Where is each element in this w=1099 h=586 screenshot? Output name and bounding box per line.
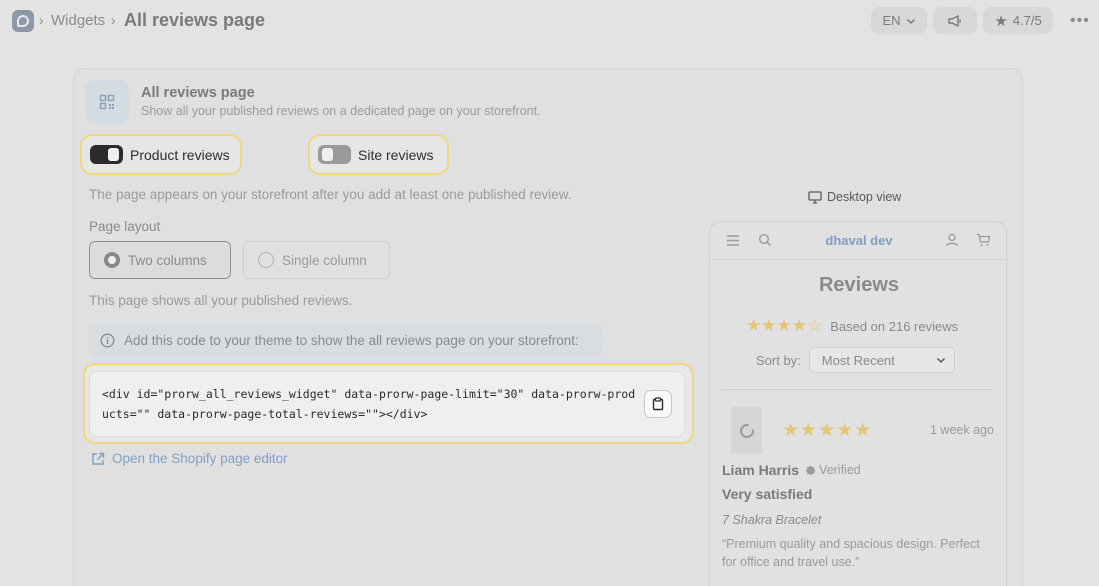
breadcrumb-separator: ›: [39, 12, 44, 28]
review-stars-icon: ★★★★★: [782, 420, 873, 441]
shows-note: This page shows all your published revie…: [89, 293, 353, 308]
top-bar: › Widgets › All reviews page EN ★ 4.7/5 …: [0, 0, 1099, 42]
announcements-button[interactable]: [933, 7, 977, 34]
layout-option-two-columns[interactable]: Two columns: [89, 241, 231, 279]
preview-reviews-title: Reviews: [818, 274, 900, 296]
sort-label: Sort by:: [756, 352, 801, 368]
cart-icon: [977, 233, 991, 246]
review-author-row: Liam Harris Verified: [722, 462, 861, 478]
card-subtitle: Show all your published reviews on a ded…: [141, 104, 541, 118]
layout-option-label: Two columns: [128, 252, 207, 268]
review-title: Very satisfied: [722, 486, 813, 502]
sort-row: Sort by: Most Recent: [756, 347, 955, 373]
external-link-icon: [92, 452, 105, 465]
verified-label: Verified: [819, 463, 861, 477]
review-author: Liam Harris: [722, 462, 800, 478]
info-banner-text: Add this code to your theme to show the …: [124, 333, 579, 348]
chevron-down-icon: [936, 357, 945, 364]
verified-badge-icon: [805, 465, 816, 475]
product-reviews-toggle[interactable]: [90, 145, 123, 164]
editor-link-label: Open the Shopify page editor: [112, 451, 288, 466]
star-icon: ★: [994, 12, 1008, 30]
clipboard-icon: [652, 397, 664, 411]
account-icon: [945, 233, 959, 247]
preview-navbar: dhaval dev: [710, 222, 1006, 260]
breadcrumb-separator: ›: [111, 12, 116, 28]
review-date: 1 week ago: [930, 423, 994, 437]
monitor-icon: [808, 190, 822, 204]
sort-select[interactable]: Most Recent: [808, 347, 955, 373]
bracelet-image-icon: [739, 423, 754, 438]
rating-stars-icon: ★★★★☆: [746, 316, 823, 335]
site-reviews-toggle-group: Site reviews: [308, 134, 449, 175]
radio-selected[interactable]: [104, 252, 120, 268]
product-reviews-label: Product reviews: [130, 146, 230, 163]
preview-store-name: dhaval dev: [825, 233, 893, 248]
chevron-down-icon: [906, 18, 915, 24]
product-reviews-toggle-group: Product reviews: [80, 134, 242, 175]
info-icon: [100, 333, 115, 348]
review-body: “Premium quality and spacious design. Pe…: [722, 537, 980, 569]
preview-divider: [722, 389, 994, 390]
layout-option-single-column[interactable]: Single column: [243, 241, 390, 279]
more-options-icon[interactable]: •••: [1070, 12, 1090, 30]
app-logo-icon[interactable]: [12, 10, 34, 32]
review-product: 7 Shakra Bracelet: [722, 513, 822, 527]
qr-code-icon: [99, 94, 115, 110]
storefront-note: The page appears on your storefront afte…: [89, 187, 572, 202]
radio-unselected[interactable]: [258, 252, 274, 268]
site-reviews-label: Site reviews: [358, 146, 434, 163]
rating-summary-text: Based on 216 reviews: [830, 318, 959, 334]
app-rating-button[interactable]: ★ 4.7/5: [983, 7, 1053, 34]
code-snippet[interactable]: <div id="prorw_all_reviews_widget" data-…: [102, 384, 638, 424]
site-reviews-toggle[interactable]: [318, 145, 351, 164]
preview-rating-summary: ★★★★☆ Based on 216 reviews: [746, 316, 958, 336]
desktop-view-label: Desktop view: [827, 190, 902, 204]
megaphone-icon: [948, 14, 961, 27]
shopify-page-editor-link[interactable]: Open the Shopify page editor: [91, 451, 288, 466]
verified-badge: Verified: [805, 463, 861, 477]
language-selector[interactable]: EN: [871, 7, 927, 34]
copy-code-button[interactable]: [644, 390, 672, 418]
app-rating-value: 4.7/5: [1012, 13, 1042, 28]
page-title: All reviews page: [124, 10, 266, 30]
desktop-view-toggle[interactable]: Desktop view: [808, 190, 901, 204]
layout-option-label: Single column: [282, 252, 367, 268]
page-layout-label: Page layout: [89, 219, 161, 234]
language-label: EN: [882, 13, 901, 28]
sort-select-value: Most Recent: [821, 352, 895, 368]
product-thumbnail: [731, 407, 762, 454]
breadcrumb-widgets-link[interactable]: Widgets: [51, 12, 105, 29]
card-icon: [85, 80, 129, 124]
card-title: All reviews page: [141, 85, 255, 101]
info-banner: Add this code to your theme to show the …: [89, 323, 603, 358]
storefront-preview: dhaval dev Reviews ★★★★☆ Based on 216 re…: [709, 221, 1007, 586]
